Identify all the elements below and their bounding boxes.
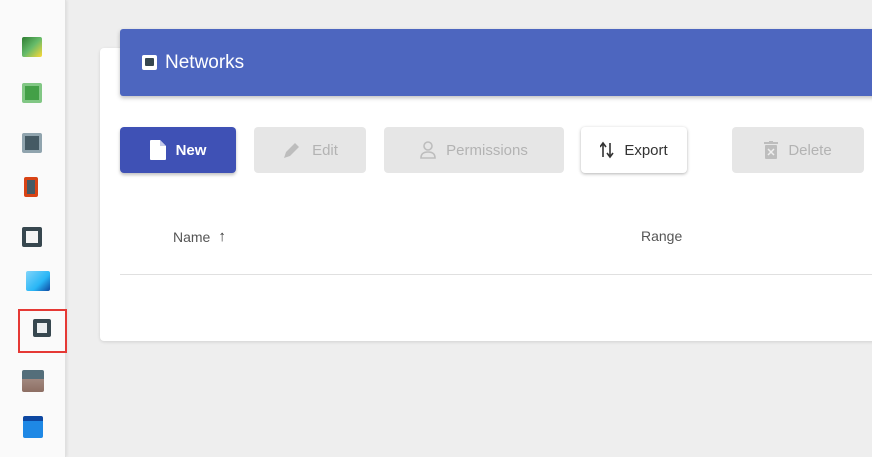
user-group-icon[interactable] bbox=[22, 370, 44, 392]
chip-icon[interactable] bbox=[22, 83, 42, 103]
new-button-label: New bbox=[175, 141, 207, 159]
network-icon bbox=[142, 55, 157, 70]
export-button-label: Export bbox=[624, 141, 668, 159]
network-port-icon[interactable] bbox=[22, 227, 42, 247]
sidebar-rail bbox=[0, 0, 67, 457]
dashboard-icon[interactable] bbox=[22, 37, 42, 57]
sort-arrows-icon bbox=[600, 141, 614, 159]
column-range-label: Range bbox=[641, 228, 683, 244]
pencil-icon bbox=[282, 141, 302, 159]
new-button[interactable]: New bbox=[120, 127, 236, 173]
device-icon[interactable] bbox=[24, 177, 38, 197]
column-name-label: Name bbox=[173, 228, 211, 245]
selected-item-outline bbox=[18, 309, 67, 353]
delete-button-label: Delete bbox=[788, 141, 832, 159]
table-header-divider bbox=[120, 274, 872, 275]
edit-button-label: Edit bbox=[312, 141, 338, 159]
trash-icon bbox=[764, 141, 779, 159]
sort-ascending-icon: ↑ bbox=[218, 228, 226, 245]
calendar-icon[interactable] bbox=[23, 416, 43, 438]
delete-button[interactable]: Delete bbox=[732, 127, 864, 173]
export-button[interactable]: Export bbox=[581, 127, 687, 173]
server-icon[interactable] bbox=[22, 133, 42, 153]
monitor-icon[interactable] bbox=[26, 271, 50, 291]
panel-header: Networks bbox=[120, 29, 872, 96]
permissions-button[interactable]: Permissions bbox=[384, 127, 564, 173]
person-icon bbox=[420, 141, 436, 159]
column-header-range[interactable]: Range bbox=[641, 228, 682, 244]
permissions-button-label: Permissions bbox=[446, 141, 528, 159]
edit-button[interactable]: Edit bbox=[254, 127, 366, 173]
file-icon bbox=[149, 140, 166, 160]
page-title: Networks bbox=[165, 51, 245, 73]
column-header-name[interactable]: Name ↑ bbox=[173, 228, 226, 245]
